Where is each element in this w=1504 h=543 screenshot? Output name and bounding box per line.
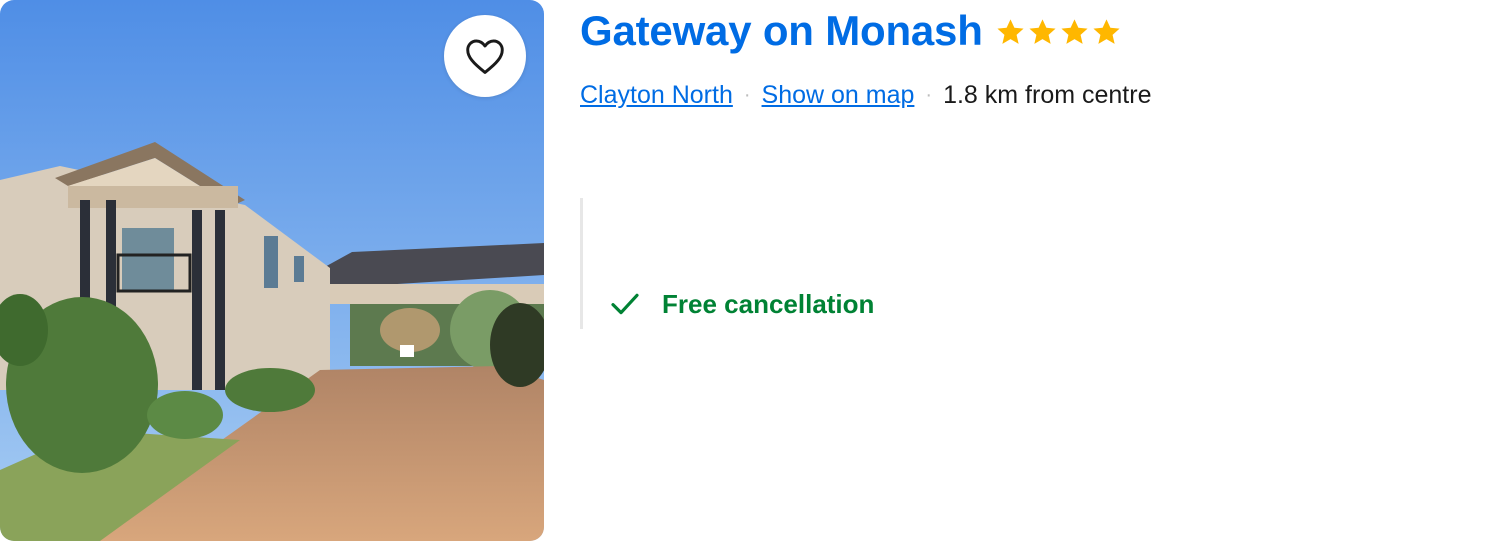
favorite-button[interactable] bbox=[444, 15, 526, 97]
star-icon bbox=[1061, 18, 1088, 44]
star-icon bbox=[1093, 18, 1120, 44]
star-icon bbox=[997, 18, 1024, 44]
show-on-map-link[interactable]: Show on map bbox=[762, 78, 915, 112]
distance-text: 1.8 km from centre bbox=[943, 81, 1152, 109]
title-row: Gateway on Monash bbox=[580, 6, 1123, 56]
separator-dot: · bbox=[925, 84, 933, 106]
free-cancellation-row: Free cancellation bbox=[609, 286, 874, 322]
star-icon bbox=[1029, 18, 1056, 44]
vertical-divider bbox=[580, 198, 583, 329]
separator-dot: · bbox=[743, 84, 751, 106]
area-link[interactable]: Clayton North bbox=[580, 78, 733, 112]
star-rating bbox=[995, 17, 1123, 48]
heart-outline-icon bbox=[466, 39, 504, 74]
hotel-name-link[interactable]: Gateway on Monash bbox=[580, 6, 983, 56]
free-cancellation-label: Free cancellation bbox=[662, 289, 875, 319]
hotel-photo[interactable] bbox=[0, 0, 544, 541]
location-row: Clayton North · Show on map · 1.8 km fro… bbox=[580, 78, 1151, 112]
check-icon bbox=[611, 293, 639, 315]
